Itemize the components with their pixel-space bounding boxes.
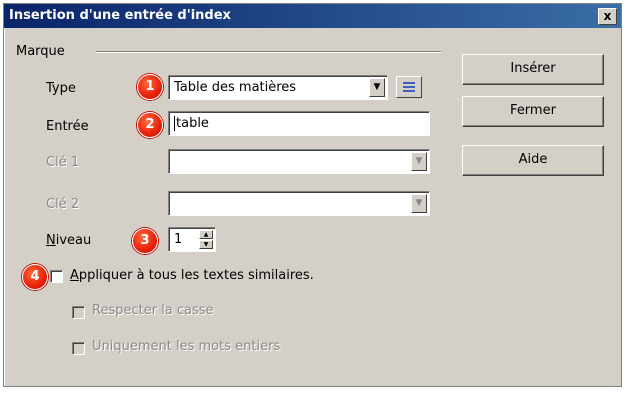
type-combobox[interactable]: Table des matières ▼ [168, 75, 388, 100]
match-case-checkbox[interactable] [72, 306, 85, 319]
index-entry-dialog: Insertion d'une entrée d'index x Marque … [3, 3, 622, 387]
type-label: Type [46, 81, 76, 96]
marker-1: 1 [137, 74, 163, 100]
entree-value: table [176, 116, 209, 131]
increment-icon[interactable]: ▲ [199, 230, 213, 239]
marker-3: 3 [132, 228, 158, 254]
type-value: Table des matières [174, 80, 297, 95]
whole-words-label: Uniquement les mots entiers [92, 339, 281, 354]
dialog-title: Insertion d'une entrée d'index [9, 8, 231, 23]
cle2-label: Clé 2 [46, 197, 80, 212]
niveau-value: 1 [174, 232, 183, 247]
apply-all-checkbox[interactable] [50, 270, 63, 283]
entree-label: Entrée [46, 119, 89, 134]
cle2-combobox[interactable]: ▼ [168, 191, 430, 216]
close-button[interactable]: Fermer [462, 96, 604, 127]
group-label-marque: Marque [16, 44, 65, 59]
chevron-down-icon[interactable]: ▼ [369, 78, 385, 97]
marker-2: 2 [137, 112, 163, 138]
group-separator [96, 51, 441, 53]
list-icon[interactable] [396, 76, 422, 98]
text-cursor [174, 116, 175, 131]
chevron-down-icon[interactable]: ▼ [411, 194, 427, 213]
cle1-combobox[interactable]: ▼ [168, 149, 430, 174]
close-icon[interactable]: x [598, 8, 617, 25]
insert-button[interactable]: Insérer [462, 54, 604, 85]
whole-words-checkbox[interactable] [72, 342, 85, 355]
chevron-down-icon[interactable]: ▼ [411, 152, 427, 171]
help-button[interactable]: Aide [462, 145, 604, 176]
entree-input[interactable]: table [168, 111, 430, 136]
match-case-label: Respecter la casse [92, 303, 214, 318]
apply-all-label: Appliquer à tous les textes similaires. [70, 268, 314, 283]
niveau-label: Niveau [46, 233, 92, 248]
decrement-icon[interactable]: ▼ [199, 240, 213, 249]
marker-4: 4 [22, 264, 48, 290]
title-bar: Insertion d'une entrée d'index x [4, 4, 621, 28]
niveau-stepper[interactable]: 1 ▲ ▼ [168, 227, 216, 252]
cle1-label: Clé 1 [46, 155, 80, 170]
